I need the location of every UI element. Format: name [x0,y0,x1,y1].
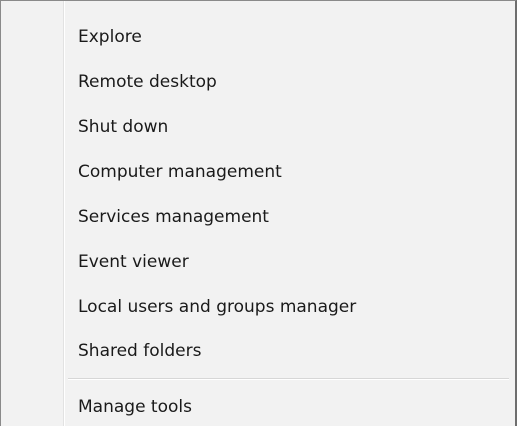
context-menu: Explore Remote desktop Shut down Compute… [0,0,517,426]
menu-item-label: Event viewer [78,252,189,272]
menu-item-explore[interactable]: Explore [4,17,512,57]
menu-item-computer-management[interactable]: Computer management [4,152,512,192]
menu-item-label: Explore [78,27,142,47]
menu-item-manage-tools[interactable]: Manage tools [4,387,512,427]
menu-item-label: Local users and groups manager [78,297,357,317]
menu-item-shut-down[interactable]: Shut down [4,107,512,147]
menu-item-label: Manage tools [78,397,192,417]
menu-item-label: Remote desktop [78,72,217,92]
menu-item-label: Shared folders [78,341,202,361]
menu-item-shared-folders[interactable]: Shared folders [4,331,512,371]
menu-item-event-viewer[interactable]: Event viewer [4,242,512,282]
menu-item-label: Services management [78,207,269,227]
menu-item-remote-desktop[interactable]: Remote desktop [4,62,512,102]
menu-item-label: Computer management [78,162,282,182]
menu-item-label: Shut down [78,117,169,137]
menu-separator-highlight [68,379,509,380]
menu-item-services-management[interactable]: Services management [4,197,512,237]
menu-item-local-users-and-groups[interactable]: Local users and groups manager [4,287,512,327]
